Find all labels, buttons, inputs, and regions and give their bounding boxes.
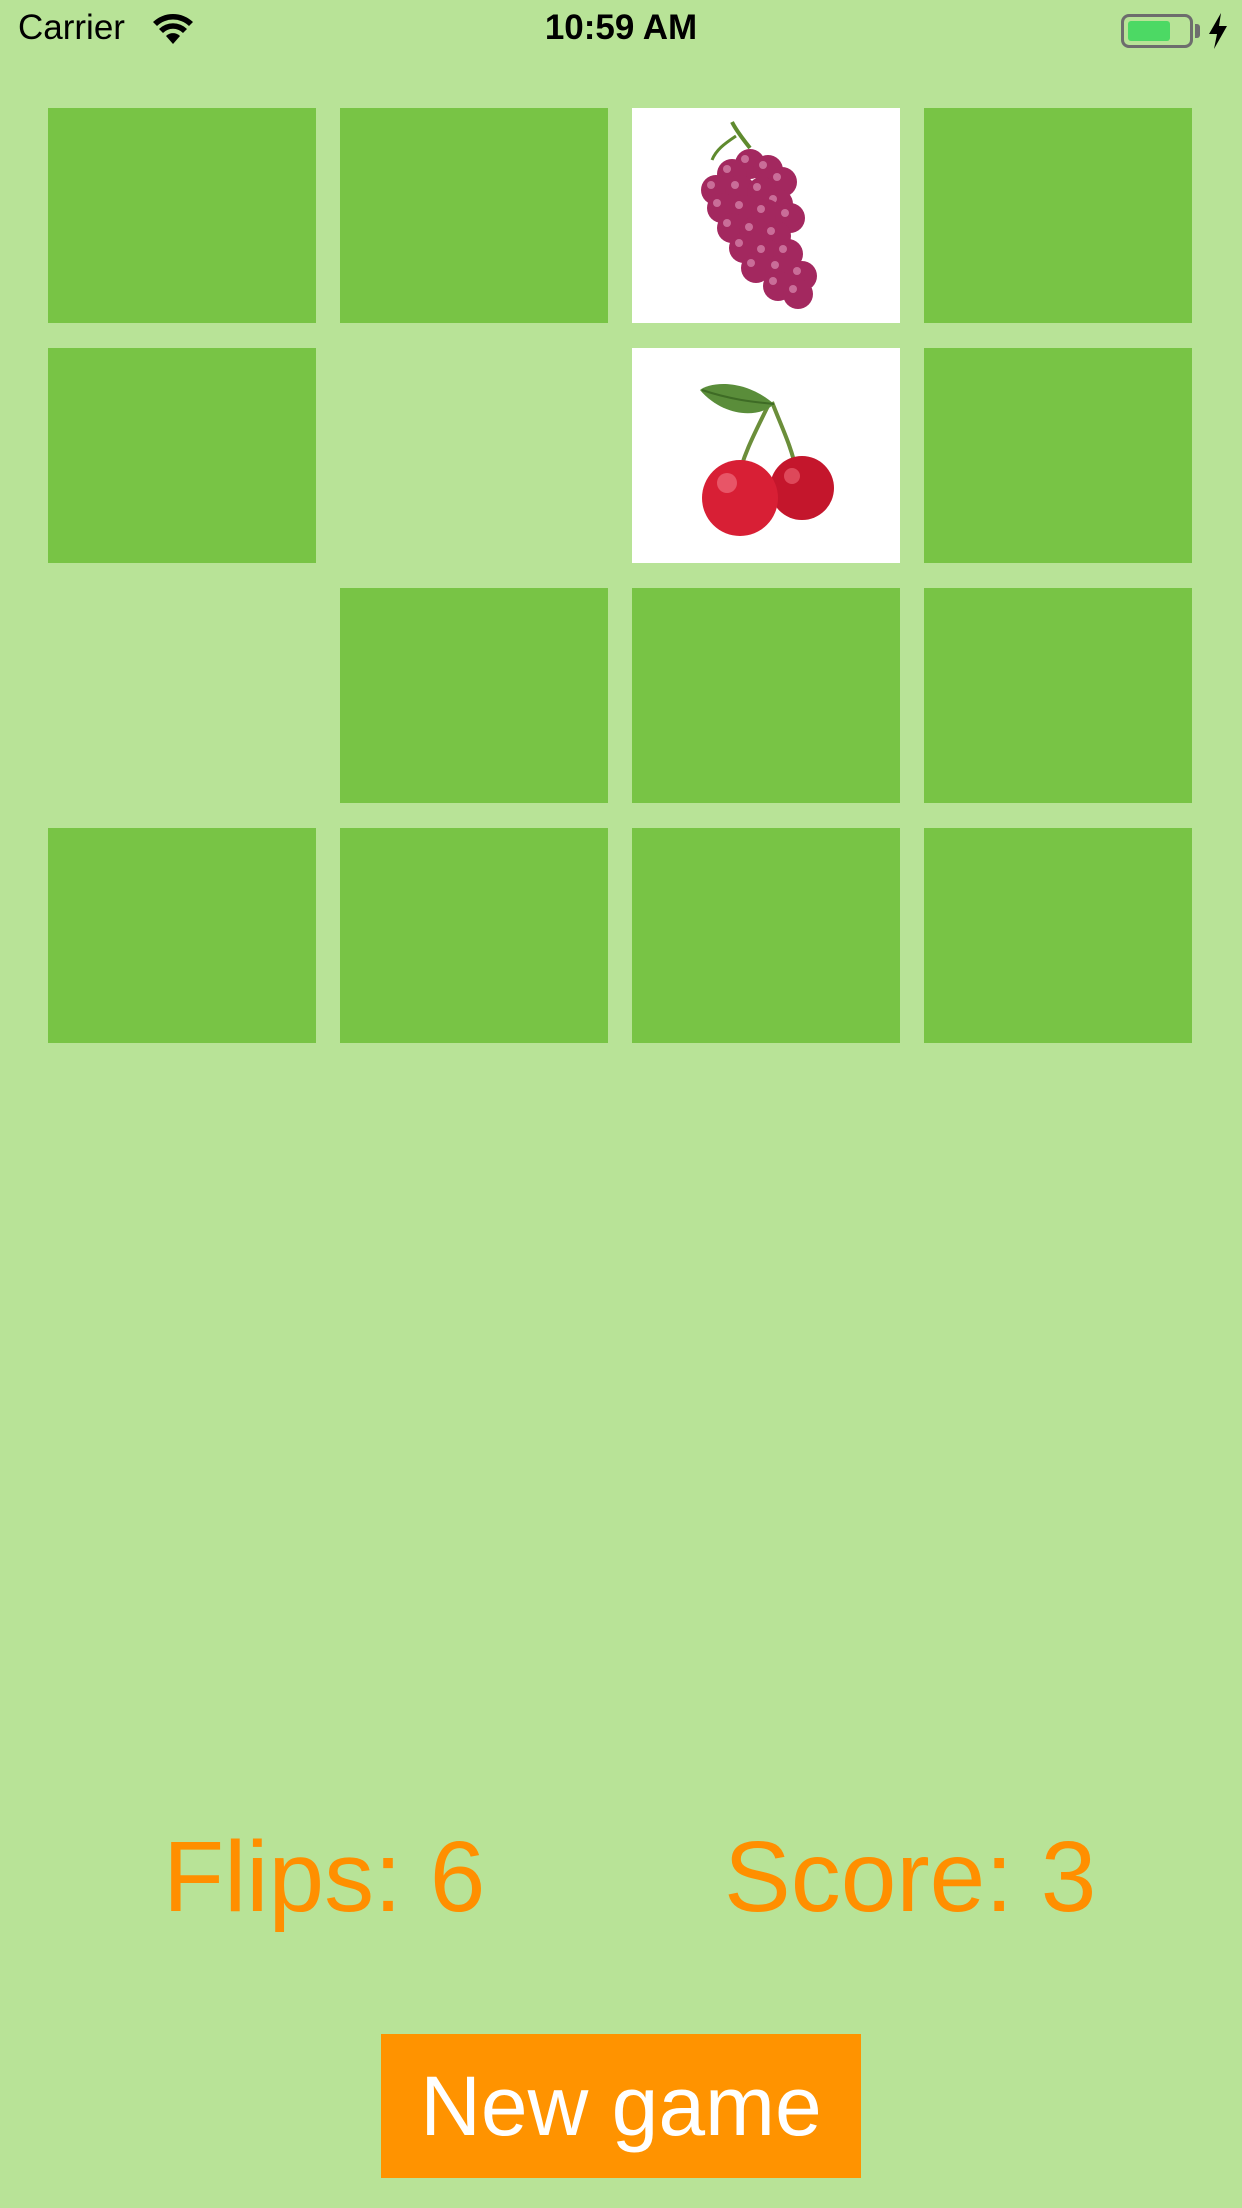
card-r4-c2[interactable]	[340, 828, 608, 1043]
cherries-icon	[700, 383, 834, 536]
card-r4-c3[interactable]	[632, 828, 900, 1043]
card-r2-c1[interactable]	[48, 348, 316, 563]
card-r1-c4[interactable]	[924, 108, 1192, 323]
status-bar: Carrier 10:59 AM	[0, 0, 1242, 60]
card-r4-c1[interactable]	[48, 828, 316, 1043]
battery-cap	[1195, 24, 1200, 38]
battery-fill	[1128, 21, 1170, 41]
card-r3-c4[interactable]	[924, 588, 1192, 803]
card-r2-c3[interactable]	[632, 348, 900, 563]
grapes-icon	[701, 121, 817, 309]
card-r4-c4[interactable]	[924, 828, 1192, 1043]
card-r3-c3[interactable]	[632, 588, 900, 803]
flips-counter: Flips: 6	[163, 1821, 486, 1933]
card-r1-c1[interactable]	[48, 108, 316, 323]
card-r2-c2	[340, 348, 608, 563]
card-r1-c2[interactable]	[340, 108, 608, 323]
charging-bolt-icon	[1209, 13, 1227, 49]
card-r2-c4[interactable]	[924, 348, 1192, 563]
card-r3-c1	[48, 588, 316, 803]
score-counter: Score: 3	[724, 1821, 1097, 1933]
card-r1-c3[interactable]	[632, 108, 900, 323]
new-game-button[interactable]: New game	[381, 2034, 861, 2178]
battery-icon	[1121, 14, 1193, 48]
game-screen: Carrier 10:59 AM Flips: 6 Score: 3 New g…	[0, 0, 1242, 2208]
card-r3-c2[interactable]	[340, 588, 608, 803]
clock: 10:59 AM	[544, 8, 698, 47]
